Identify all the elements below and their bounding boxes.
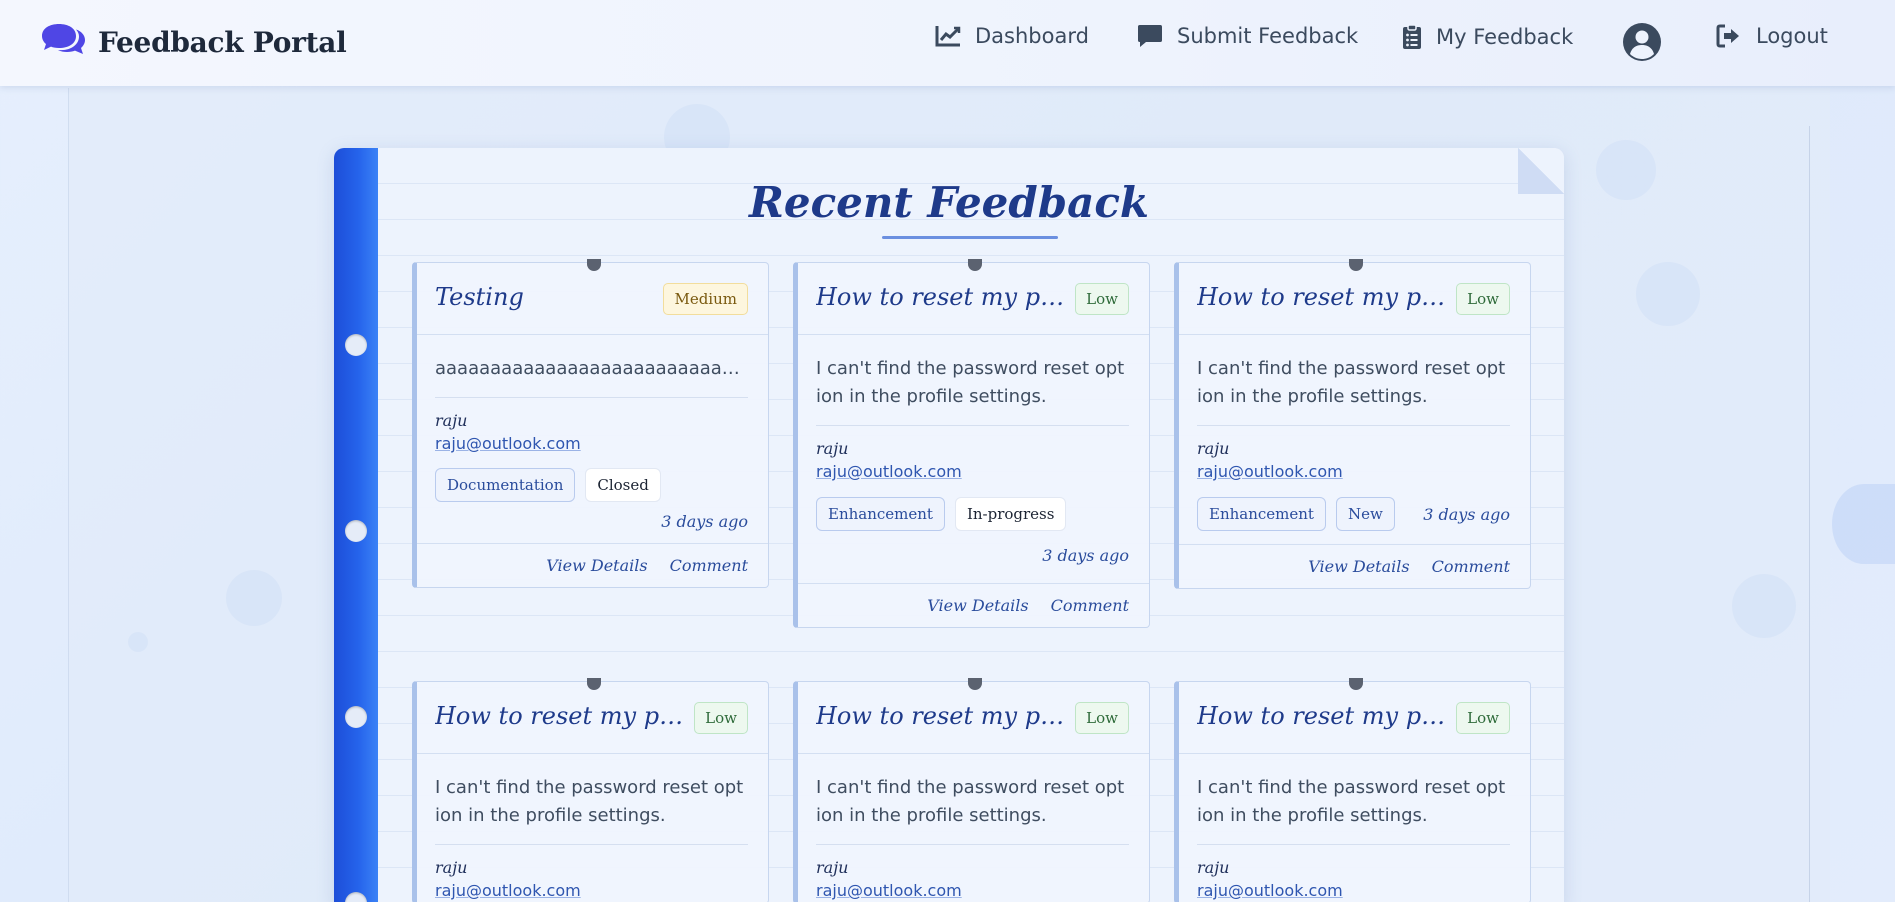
notebook-spine	[334, 148, 378, 902]
title-underline	[882, 236, 1058, 239]
nav-submit-feedback-label: Submit Feedback	[1177, 24, 1359, 48]
clipboard-list-icon	[1403, 24, 1421, 49]
chart-line-icon	[935, 26, 961, 47]
card-email-link[interactable]: raju@outlook.com	[1197, 879, 1343, 902]
feedback-card: Testing Medium aaaaaaaaaaaaaaaaaaaaaaaaa…	[412, 259, 769, 588]
feedback-card: How to reset my password? Low I can't fi…	[412, 678, 769, 902]
card-email-link[interactable]: raju@outlook.com	[816, 879, 962, 902]
feedback-card: How to reset my password? Low I can't fi…	[1174, 259, 1531, 589]
feedback-notebook: Recent Feedback Testing Medium aaaaaaaaa…	[334, 148, 1564, 902]
card-author: raju	[816, 858, 849, 877]
card-email-link[interactable]: raju@outlook.com	[435, 879, 581, 902]
view-details-link[interactable]: View Details	[927, 596, 1028, 615]
binder-hole	[345, 334, 367, 356]
divider	[435, 844, 748, 845]
comments-icon	[40, 22, 88, 62]
comment-link[interactable]: Comment	[670, 556, 748, 575]
priority-badge: Low	[1456, 283, 1510, 315]
card-date: 3 days ago	[1423, 504, 1510, 524]
card-author: raju	[816, 439, 849, 458]
status-badge: New	[1335, 497, 1395, 531]
card-author: raju	[435, 858, 468, 877]
card-title[interactable]: How to reset my password?	[816, 283, 1066, 311]
nav-submit-feedback[interactable]: Submit Feedback	[1137, 24, 1358, 48]
page-title: Recent Feedback	[748, 178, 1150, 227]
divider	[435, 397, 748, 398]
priority-badge: Low	[1456, 702, 1510, 734]
priority-badge: Low	[694, 702, 748, 734]
binder-hole	[345, 892, 367, 902]
nav-logout[interactable]: Logout	[1716, 24, 1828, 48]
user-avatar[interactable]	[1622, 22, 1662, 62]
binder-hole	[345, 520, 367, 542]
card-description: I can't find the password reset option i…	[435, 777, 744, 826]
card-title[interactable]: How to reset my password?	[1197, 283, 1447, 311]
nav-my-feedback[interactable]: My Feedback	[1402, 24, 1573, 50]
comment-link[interactable]: Comment	[1051, 596, 1129, 615]
feedback-card: How to reset my password? Low I can't fi…	[793, 259, 1150, 628]
card-date: 3 days ago	[661, 512, 748, 531]
card-description: aaaaaaaaaaaaaaaaaaaaaaaaaaaaaaaaaaaaaa..…	[435, 358, 748, 379]
card-title[interactable]: How to reset my password?	[435, 702, 685, 730]
priority-badge: Low	[1075, 283, 1129, 315]
feedback-card: How to reset my password? Low I can't fi…	[1174, 678, 1531, 902]
card-description: I can't find the password reset option i…	[816, 777, 1125, 826]
comment-icon	[1138, 25, 1162, 47]
nav-dashboard-label: Dashboard	[975, 24, 1089, 48]
category-tag: Documentation	[435, 468, 576, 502]
binder-hole	[345, 706, 367, 728]
feedback-card: How to reset my password? Low I can't fi…	[793, 678, 1150, 902]
divider	[816, 844, 1129, 845]
card-author: raju	[1197, 858, 1230, 877]
card-title[interactable]: How to reset my password?	[816, 702, 1066, 730]
divider	[816, 425, 1129, 426]
status-badge: In-progress	[954, 497, 1067, 531]
card-title[interactable]: Testing	[435, 283, 685, 311]
divider	[1197, 425, 1510, 426]
card-author: raju	[1197, 439, 1230, 458]
brand-title: Feedback Portal	[98, 25, 347, 59]
brand[interactable]: Feedback Portal	[40, 22, 347, 62]
nav-logout-label: Logout	[1756, 24, 1828, 48]
decorative-bubble	[1832, 484, 1895, 564]
top-navbar: Feedback Portal Dashboard Submit Feedbac…	[0, 0, 1895, 86]
divider	[1809, 126, 1810, 902]
card-description: I can't find the password reset option i…	[1197, 358, 1506, 407]
status-badge: Closed	[585, 468, 661, 502]
nav-my-feedback-label: My Feedback	[1436, 25, 1574, 49]
comment-link[interactable]: Comment	[1432, 557, 1510, 576]
card-email-link[interactable]: raju@outlook.com	[816, 460, 962, 484]
card-date: 3 days ago	[1042, 546, 1129, 565]
card-description: I can't find the password reset option i…	[816, 358, 1125, 407]
category-tag: Enhancement	[816, 497, 945, 531]
divider	[1197, 844, 1510, 845]
user-circle-icon	[1623, 23, 1661, 61]
card-title[interactable]: How to reset my password?	[1197, 702, 1447, 730]
sign-out-icon	[1716, 24, 1739, 48]
card-email-link[interactable]: raju@outlook.com	[1197, 460, 1343, 484]
view-details-link[interactable]: View Details	[1308, 557, 1409, 576]
card-description: I can't find the password reset option i…	[1197, 777, 1506, 826]
view-details-link[interactable]: View Details	[546, 556, 647, 575]
card-author: raju	[435, 411, 468, 430]
category-tag: Enhancement	[1197, 497, 1326, 531]
priority-badge: Low	[1075, 702, 1129, 734]
nav-dashboard[interactable]: Dashboard	[935, 24, 1089, 48]
priority-badge: Medium	[663, 283, 748, 315]
card-email-link[interactable]: raju@outlook.com	[435, 432, 581, 456]
